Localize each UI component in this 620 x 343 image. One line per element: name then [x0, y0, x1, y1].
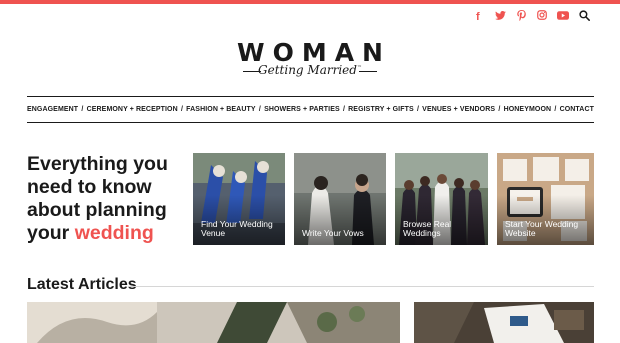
latest-articles-heading: Latest Articles — [27, 276, 137, 293]
search-icon[interactable] — [578, 9, 590, 21]
nav-separator: / — [81, 106, 84, 113]
youtube-icon[interactable] — [557, 9, 569, 21]
nav-item-ceremony-reception[interactable]: CEREMONY + RECEPTION — [87, 106, 178, 113]
nav-separator: / — [342, 106, 345, 113]
pinterest-icon[interactable] — [515, 9, 527, 21]
instagram-icon[interactable] — [536, 9, 548, 21]
nav-item-showers-parties[interactable]: SHOWERS + PARTIES — [264, 106, 340, 113]
card-wedding-website[interactable]: Start Your Wedding Website — [497, 153, 594, 245]
nav-separator: / — [180, 106, 183, 113]
hero-headline: Everything you need to know about planni… — [27, 153, 187, 245]
nav-separator: / — [258, 106, 261, 113]
nav-item-fashion-beauty[interactable]: FASHION + BEAUTY — [186, 106, 255, 113]
card-write-vows[interactable]: Write Your Vows — [294, 153, 386, 245]
logo-wordmark: WOMAN — [237, 38, 391, 67]
nav-separator: / — [416, 106, 419, 113]
card-label: Browse Real Weddings — [403, 219, 452, 238]
nav-item-honeymoon[interactable]: HONEYMOON — [504, 106, 552, 113]
logo-rule-left — [243, 71, 261, 72]
main-nav: ENGAGEMENT / CEREMONY + RECEPTION / FASH… — [27, 96, 594, 123]
nav-item-venues-vendors[interactable]: VENUES + VENDORS — [422, 106, 495, 113]
nav-separator: / — [554, 106, 557, 113]
facebook-icon[interactable]: f — [473, 9, 485, 21]
article-card[interactable] — [27, 302, 400, 343]
social-links: f — [473, 9, 590, 21]
card-label: Find Your Wedding Venue — [201, 219, 273, 238]
twitter-icon[interactable] — [494, 9, 506, 21]
nav-item-registry-gifts[interactable]: REGISTRY + GIFTS — [348, 106, 414, 113]
nav-item-engagement[interactable]: ENGAGEMENT — [27, 106, 78, 113]
hero-accent-word: wedding — [74, 222, 154, 244]
article-photo — [27, 302, 400, 343]
logo-tagline-text: Getting Married — [258, 63, 357, 77]
article-photo — [414, 302, 594, 343]
nav-separator: / — [498, 106, 501, 113]
nav-item-contact[interactable]: CONTACT — [560, 106, 594, 113]
site-logo[interactable]: WOMAN Getting Married™ — [237, 40, 383, 84]
card-label: Start Your Wedding Website — [505, 219, 579, 238]
top-accent-bar — [0, 0, 620, 4]
article-card[interactable] — [414, 302, 594, 343]
card-find-venue[interactable]: Find Your Wedding Venue — [193, 153, 285, 245]
svg-text:f: f — [476, 11, 480, 21]
logo-rule-right — [359, 71, 377, 72]
card-label: Write Your Vows — [302, 228, 364, 238]
logo-tagline: Getting Married™ — [237, 63, 383, 77]
section-divider — [128, 286, 594, 287]
card-browse-weddings[interactable]: Browse Real Weddings — [395, 153, 488, 245]
